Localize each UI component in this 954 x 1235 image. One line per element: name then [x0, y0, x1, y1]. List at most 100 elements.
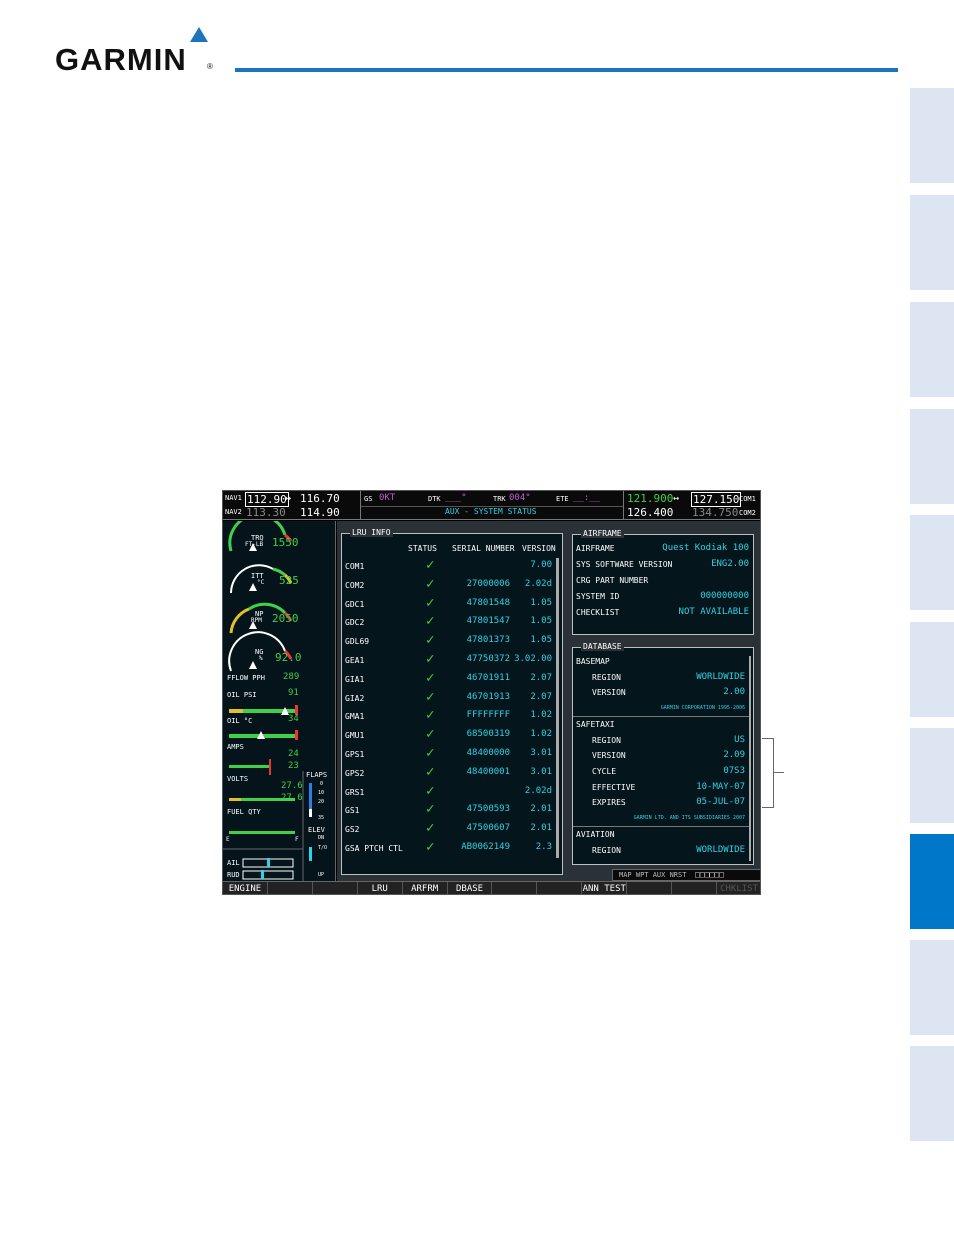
side-tab-1[interactable]	[910, 88, 954, 183]
flaps-10: 10	[318, 790, 325, 796]
lru-name: GPS2	[345, 768, 365, 778]
crg-part-label: CRG PART NUMBER	[576, 576, 649, 585]
elev-to: T/O	[318, 845, 328, 851]
amps-value-1: 24	[288, 749, 299, 759]
fuel-empty-label: E	[226, 836, 230, 843]
lru-version: 1.05	[530, 635, 552, 646]
com2-label: COM2	[739, 509, 756, 517]
softkey-6[interactable]: DBASE	[448, 882, 493, 894]
softkey-7[interactable]	[493, 882, 538, 894]
lru-serial: 47801373	[466, 635, 510, 646]
lru-status-check-icon: ✓	[426, 669, 435, 686]
side-tab-6[interactable]	[910, 622, 954, 717]
nav-swap-icon: ↔	[285, 493, 292, 504]
oil-psi-value: 91	[288, 688, 299, 698]
database-scrollbar[interactable]	[749, 656, 751, 861]
itt-value: 525	[279, 574, 299, 587]
lru-serial: 46701913	[466, 691, 510, 702]
lru-version: 7.00	[530, 560, 552, 570]
softkey-12[interactable]: CHKLIST	[717, 882, 760, 894]
page-group-text: MAP WPT AUX NRST	[619, 871, 687, 879]
lru-version: 2.3	[535, 842, 552, 852]
lru-version: 2.01	[530, 823, 552, 834]
safetaxi-callout-line	[774, 772, 784, 773]
softkey-5[interactable]: ARFRM	[403, 882, 448, 894]
nav2-standby-freq[interactable]: 114.90	[300, 506, 340, 519]
softkey-8[interactable]	[537, 882, 583, 894]
st-region-label: REGION	[592, 736, 621, 745]
lru-name: GMU1	[345, 731, 365, 741]
st-expires-label: EXPIRES	[592, 798, 626, 807]
side-tab-10[interactable]	[910, 1046, 954, 1141]
side-tab-8-active[interactable]	[910, 834, 954, 929]
nav1-standby-freq[interactable]: 116.70	[300, 492, 340, 505]
side-tab-5[interactable]	[910, 515, 954, 610]
st-version-label: VERSION	[592, 751, 626, 760]
lru-info-title: LRU INFO	[350, 528, 393, 537]
side-tab-4[interactable]	[910, 409, 954, 504]
softkey-1[interactable]: ENGINE	[223, 882, 268, 894]
side-tab-3[interactable]	[910, 302, 954, 397]
com1-standby-freq[interactable]: 127.150	[691, 492, 742, 507]
lru-serial: 46701911	[466, 672, 510, 683]
lru-status-check-icon: ✓	[426, 613, 435, 630]
system-id-label: SYSTEM ID	[576, 592, 620, 601]
itt-unit: °C	[257, 579, 265, 586]
softkey-11[interactable]	[672, 882, 718, 894]
lru-status-check-icon: ✓	[426, 557, 435, 573]
ng-unit: %	[259, 655, 263, 662]
softkey-9[interactable]: ANN TEST	[582, 882, 628, 894]
nav1-active-freq[interactable]: 112.90	[245, 492, 289, 507]
trk-label: TRK	[493, 495, 506, 503]
lru-scrollbar[interactable]	[556, 558, 559, 858]
system-id-value: 000000000	[700, 591, 749, 601]
side-tab-2[interactable]	[910, 195, 954, 290]
safetaxi-label: SAFETAXI	[576, 720, 615, 729]
com-swap-icon: ↔	[673, 493, 680, 504]
lru-version: 3.01	[530, 748, 552, 758]
com1-label: COM1	[739, 495, 756, 503]
lru-serial: FFFFFFFF	[466, 710, 510, 721]
softkey-3[interactable]	[313, 882, 358, 894]
lru-serial: 47750372	[466, 654, 510, 664]
flaps-0: 0	[320, 781, 324, 787]
side-tab-9[interactable]	[910, 940, 954, 1035]
lru-name: GIA2	[345, 693, 365, 703]
safetaxi-callout-bracket	[762, 738, 774, 808]
lru-name: GPS1	[345, 750, 365, 759]
lru-version: 1.02	[530, 710, 552, 721]
database-panel: DATABASE BASEMAP REGION WORLDWIDE VERSIO…	[572, 642, 754, 865]
bm-region-value: WORLDWIDE	[696, 672, 745, 682]
st-version-value: 2.09	[723, 750, 745, 760]
av-region-label: REGION	[592, 846, 621, 855]
lru-status-check-icon: ✓	[426, 651, 435, 667]
softkey-4[interactable]: LRU	[358, 882, 403, 894]
oil-c-label: OIL °C	[227, 717, 253, 725]
page-group-indicator: MAP WPT AUX NRST □□□□□□	[612, 869, 760, 881]
softkey-2[interactable]	[268, 882, 313, 894]
engine-indication-system: TRQ FT-LB 1550 ITT °C 525 NP RPM 2050 NG…	[223, 521, 336, 881]
lru-status-check-icon: ✓	[426, 801, 435, 818]
ete-value: __:__	[573, 493, 601, 503]
st-cycle-value: 07S3	[723, 766, 745, 776]
st-effective-label: EFFECTIVE	[592, 783, 636, 792]
ng-value: 92.0	[275, 651, 302, 664]
airframe-title: AIRFRAME	[581, 529, 624, 538]
garmin-logo-triangle-icon	[190, 27, 208, 42]
gs-value: 0KT	[379, 493, 396, 503]
flaps-20: 20	[318, 799, 325, 805]
header-rule	[235, 68, 898, 72]
com2-standby-freq[interactable]: 134.750	[692, 506, 738, 519]
lru-version: 2.01	[530, 804, 552, 815]
garmin-logo: GARMIN	[55, 42, 187, 77]
lru-version: 2.02d	[524, 578, 552, 589]
trq-value: 1550	[272, 536, 299, 549]
com2-active-freq[interactable]: 126.400	[627, 506, 673, 519]
nav2-active-freq[interactable]: 113.30	[246, 506, 286, 519]
com1-active-freq[interactable]: 121.900	[627, 492, 673, 505]
softkey-10[interactable]	[627, 882, 673, 894]
gs-label: GS	[364, 495, 373, 503]
side-tab-7[interactable]	[910, 728, 954, 823]
elev-label: ELEV	[308, 826, 325, 834]
lru-status-check-icon: ✓	[426, 745, 435, 761]
